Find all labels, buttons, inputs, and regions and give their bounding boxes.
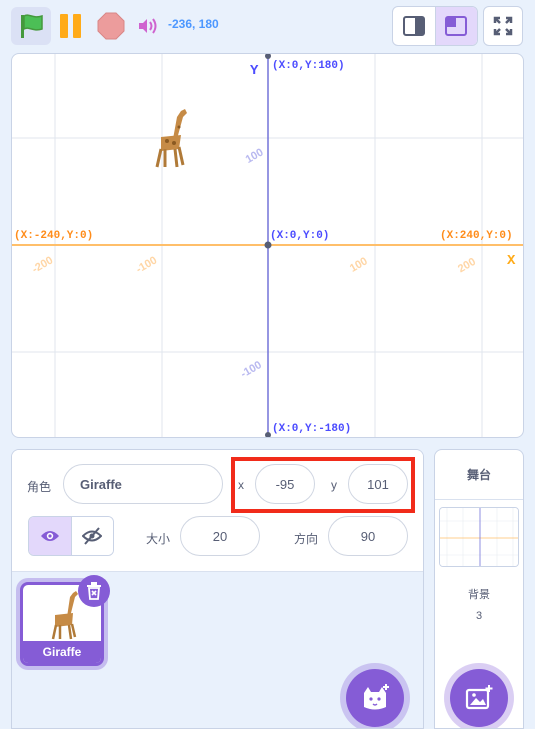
backdrop-label: 背景: [468, 589, 490, 601]
pause-button[interactable]: [56, 10, 86, 42]
sprite-tile-name: Giraffe: [23, 641, 101, 663]
delete-sprite-button[interactable]: [78, 575, 110, 607]
backdrop-count: 3: [475, 610, 483, 622]
x-axis-label: X: [507, 253, 516, 269]
small-stage-icon: [402, 16, 425, 36]
pause-icon: [60, 14, 81, 38]
stop-icon: [97, 12, 125, 40]
size-label: 大小: [146, 532, 171, 546]
stage-layout-toggle: [392, 6, 478, 46]
add-sprite-button[interactable]: [346, 669, 404, 727]
image-plus-icon: [465, 685, 493, 710]
stop-button[interactable]: [95, 10, 127, 42]
cat-plus-icon: [364, 684, 389, 710]
stage-pane-title: 舞台: [435, 450, 523, 500]
y-tick: 100: [244, 146, 266, 166]
size-field[interactable]: 20: [180, 516, 260, 556]
coordinate-grid: Y X (X:0,Y:180) (X:0,Y:-180) (X:-240,Y:0…: [12, 54, 523, 437]
right-coord-label: (X:240,Y:0): [440, 230, 513, 242]
add-backdrop-button[interactable]: [450, 669, 508, 727]
sprite-pane: 角色 Giraffe x -95 y 101 大小 20 方向 90 Giraf…: [11, 449, 424, 729]
x-tick: 100: [348, 255, 370, 275]
speaker-icon: [139, 18, 157, 34]
large-stage-icon: [445, 16, 468, 36]
x-tick: -200: [30, 254, 55, 275]
x-tick: -100: [134, 254, 159, 275]
top-coord-label: (X:0,Y:180): [272, 60, 345, 72]
green-flag-icon: [21, 14, 43, 38]
center-coord-label: (X:0,Y:0): [270, 230, 329, 242]
bottom-coord-label: (X:0,Y:-180): [272, 423, 351, 435]
eye-slash-icon: [82, 527, 103, 545]
stage-thumbnail-grid: [440, 508, 518, 566]
small-stage-button[interactable]: [393, 7, 435, 45]
sprite-name-field[interactable]: Giraffe: [63, 464, 223, 504]
fullscreen-icon: [493, 16, 513, 36]
y-tick: -100: [239, 359, 264, 380]
direction-label: 方向: [294, 532, 319, 546]
large-stage-button[interactable]: [434, 7, 477, 45]
highlight-box: [231, 457, 415, 513]
sprite-label: 角色: [27, 480, 52, 494]
show-sprite-button[interactable]: [29, 517, 71, 555]
stage-thumbnail[interactable]: [439, 507, 519, 567]
green-flag-button[interactable]: [11, 7, 51, 45]
stage-target-pane[interactable]: 舞台 背景 3: [434, 449, 524, 729]
x-tick: 200: [456, 256, 478, 276]
sprite-info: 角色 Giraffe x -95 y 101 大小 20 方向 90: [12, 450, 423, 572]
sprite-list: Giraffe: [12, 572, 423, 728]
direction-field[interactable]: 90: [328, 516, 408, 556]
stage-canvas[interactable]: Y X (X:0,Y:180) (X:0,Y:-180) (X:-240,Y:0…: [11, 53, 524, 438]
y-axis-label: Y: [250, 63, 259, 79]
trash-icon: [87, 582, 101, 600]
left-coord-label: (X:-240,Y:0): [14, 230, 93, 242]
hide-sprite-button[interactable]: [70, 517, 113, 555]
mouse-coordinates: -236, 180: [168, 17, 219, 31]
eye-icon: [40, 531, 59, 541]
fullscreen-button[interactable]: [483, 6, 523, 46]
visibility-toggle: [28, 516, 114, 556]
stage-toolbar: -236, 180: [0, 0, 535, 52]
